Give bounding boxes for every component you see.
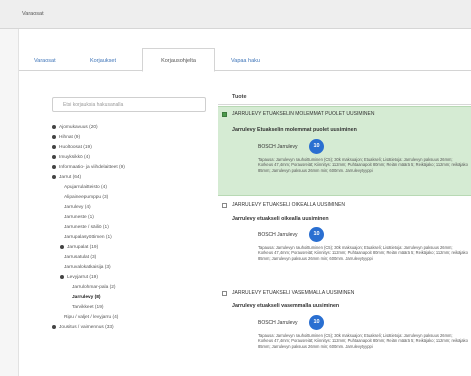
product-description: Tapausa: Jarrulevyn rauhoittuminen (C5);… <box>258 245 468 261</box>
tree-item-jarrulohmar-pala[interactable]: Jarrulohmar-pala (2) <box>72 284 115 292</box>
rating-badge: 10 <box>309 139 324 154</box>
bullet-icon <box>52 124 56 129</box>
tree-item-jarrulevy-selected[interactable]: Jarrulevy (8) <box>72 294 101 302</box>
product-row[interactable]: JARRULEVY ETUAKSELIN MOLEMMAT PUOLET UUS… <box>218 106 471 196</box>
tree-item-label: Huoltoosat (19) <box>59 145 92 150</box>
tree-item-label: Jarrupalat (19) <box>67 245 99 250</box>
tree-item-jarruneste[interactable]: Jarruneste (1) <box>64 214 94 222</box>
tree-item-jarrupalasyottimen[interactable]: Jarrupalasyöttimen (1) <box>64 234 112 242</box>
product-name: Jarrulevy Etuakselin molemmat puolet uus… <box>232 127 357 133</box>
tab-korjaukset[interactable]: Korjaukset <box>90 50 116 71</box>
tree-item-label: Jarruneste / säiliö (1) <box>64 225 109 230</box>
tree-item-label: Jarrulohmar-pala (2) <box>72 285 116 290</box>
tree-item-label: Levyjarrut (19) <box>67 275 98 280</box>
tree-item-jarrulevy[interactable]: Jarrulevy (4) <box>64 204 91 212</box>
tree-item-huoltoosat[interactable]: Huoltoosat (19) <box>52 144 92 152</box>
row-checkbox[interactable] <box>222 291 227 296</box>
tree-item-jarruvalokatkaisija[interactable]: Jarruvalokatkaisija (3) <box>64 264 111 272</box>
tree-item-label: Alipaineepumppu (3) <box>64 195 109 200</box>
row-checkbox[interactable] <box>222 112 227 117</box>
window-titlebar: Varaosat <box>0 0 471 29</box>
tree-item-label: Imuyksikkö (4) <box>59 155 90 160</box>
bullet-icon <box>52 134 56 139</box>
tree-item-label: Jarruneste (1) <box>64 215 94 220</box>
tree-item-hihnat[interactable]: Hihnat (9) <box>52 134 80 142</box>
tree-item-jarrupalat[interactable]: Jarrupalat (19) <box>60 244 98 252</box>
rating-badge: 10 <box>309 227 324 242</box>
tree-item-label: Jarrut (64) <box>59 175 82 180</box>
bullet-icon <box>52 154 56 159</box>
product-brand: BOSCH Jarrulevy <box>258 144 298 150</box>
tab-korjausohjelta[interactable]: Korjausohjelta <box>142 48 215 72</box>
tree-item-ajomukavuus[interactable]: Ajomukavuus (20) <box>52 124 98 132</box>
tree-item-jarrusatulat[interactable]: Jarrusatulat (3) <box>64 254 96 262</box>
product-description: Tapausa: Jarrulevyn rauhoittuminen (C5);… <box>258 157 468 173</box>
bullet-icon <box>60 244 64 249</box>
tree-item-ripu-valjet[interactable]: Ripu / valjet / levyjarru (4) <box>64 314 118 322</box>
tab-varaosat[interactable]: Varaosat <box>34 50 56 71</box>
tab-bar: Varaosat Korjaukset Korjausohjelta Vapaa… <box>19 44 471 72</box>
bullet-icon <box>52 144 56 149</box>
search-input[interactable]: Etsi korjauksia hakusanalla <box>52 97 206 112</box>
tree-item-label: Ripu / valjet / levyjarru (4) <box>64 315 119 320</box>
tree-item-label: Apujarrulaitteisto (4) <box>64 185 107 190</box>
bullet-icon <box>52 174 56 179</box>
divider <box>218 104 471 105</box>
tree-item-label: Jarrusatulat (3) <box>64 255 97 260</box>
product-row[interactable]: JARRULEVY ETUAKSELI OIKEALLA UUSIMINEN J… <box>218 198 471 286</box>
tree-item-label: Jarrulevy (4) <box>64 205 91 210</box>
tree-item-label: Informaatio- ja viihdelaitteet (9) <box>59 165 125 170</box>
tree-item-tarvikkeet[interactable]: Tarvikkeet (19) <box>72 304 103 312</box>
product-row[interactable]: JARRULEVY ETUAKSELI VASEMMALLA UUSIMINEN… <box>218 286 471 376</box>
product-code: JARRULEVY ETUAKSELI OIKEALLA UUSIMINEN <box>232 202 346 208</box>
product-name: Jarrulevy etuakseli oikealla uusiminen <box>232 216 329 222</box>
tree-item-label: Jousitus / vaimennus (33) <box>59 325 114 330</box>
tree-item-apujarrulaitteisto[interactable]: Apujarrulaitteisto (4) <box>64 184 107 192</box>
product-name: Jarrulevy etuakseli vasemmalla uusiminen <box>232 303 340 309</box>
tree-item-jousitus[interactable]: Jousitus / vaimennus (33) <box>52 324 114 332</box>
product-brand: BOSCH Jarrulevy <box>258 320 298 326</box>
row-checkbox[interactable] <box>222 203 227 208</box>
product-code: JARRULEVY ETUAKSELI VASEMMALLA UUSIMINEN <box>232 290 355 296</box>
bullet-icon <box>52 324 56 329</box>
tree-item-alipainepumppu[interactable]: Alipaineepumppu (3) <box>64 194 108 202</box>
window-title: Varaosat <box>22 11 44 17</box>
product-brand: BOSCH Jarrulevy <box>258 232 298 238</box>
tree-item-label: Hihnat (9) <box>59 135 81 140</box>
rating-badge: 10 <box>309 315 324 330</box>
tree-item-label: Jarrupalasyöttimen (1) <box>64 235 112 240</box>
tab-vapaa-haku[interactable]: Vapaa haku <box>231 50 260 71</box>
tree-item-label: Jarrulevy (8) <box>72 295 101 300</box>
product-code: JARRULEVY ETUAKSELIN MOLEMMAT PUOLET UUS… <box>232 111 375 117</box>
product-description: Tapausa: Jarrulevyn rauhoittuminen (C5);… <box>258 333 468 349</box>
tree-item-levyjarrut[interactable]: Levyjarrut (19) <box>60 274 98 282</box>
tree-item-jarrut[interactable]: Jarrut (64) <box>52 174 81 182</box>
tree-item-informaatio[interactable]: Informaatio- ja viihdelaitteet (9) <box>52 164 125 172</box>
tree-item-imuyksikko[interactable]: Imuyksikkö (4) <box>52 154 90 162</box>
bullet-icon <box>60 274 64 279</box>
tree-item-label: Ajomukavuus (20) <box>59 125 98 130</box>
tree-item-jarruneste-sailio[interactable]: Jarruneste / säiliö (1) <box>64 224 109 232</box>
tree-item-label: Jarruvalokatkaisija (3) <box>64 265 111 270</box>
results-column-header: Tuote <box>232 94 247 100</box>
bullet-icon <box>52 164 56 169</box>
left-strip <box>0 29 19 376</box>
tree-item-label: Tarvikkeet (19) <box>72 305 104 310</box>
